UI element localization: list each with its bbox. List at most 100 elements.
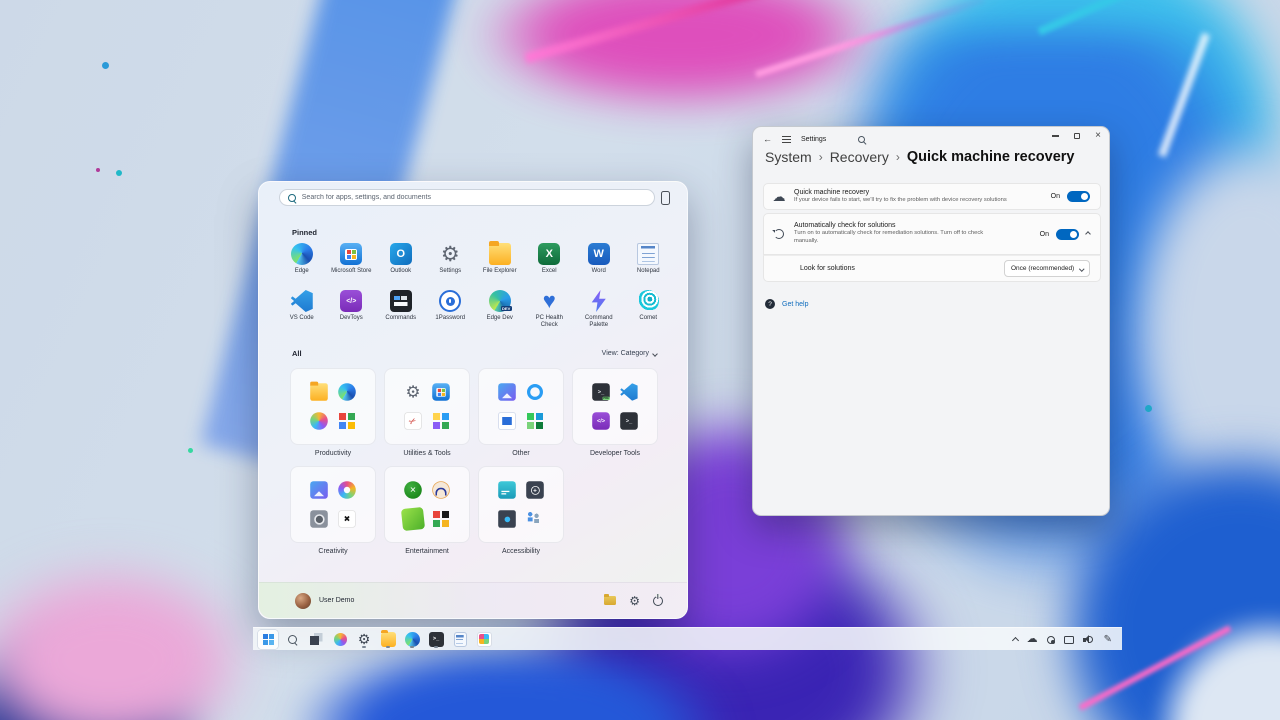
pinned-app-edge-dev[interactable]: Edge Dev [475,290,525,337]
taskbar-terminal-button[interactable] [426,630,446,649]
category-tile [572,368,658,445]
pinned-app-1password[interactable]: 1Password [426,290,476,337]
chevron-down-icon [652,351,658,357]
pinned-app-file-explorer[interactable]: File Explorer [475,243,525,290]
taskbar-notepad-button[interactable] [450,630,470,649]
settings-gear-icon [358,632,371,646]
task-view-button[interactable] [306,630,326,649]
menu-icon[interactable] [782,136,791,143]
wallpaper-shape [102,62,109,69]
edge-icon [405,632,420,647]
breadcrumb-recovery[interactable]: Recovery [830,149,889,165]
pinned-app-vscode[interactable]: VS Code [277,290,327,337]
category-label: Creativity [318,548,347,555]
edge-icon [338,383,356,401]
taskbar-search-button[interactable] [282,630,302,649]
category-entertainment[interactable]: Entertainment [384,466,470,555]
taskbar-file-explorer-button[interactable] [378,630,398,649]
category-productivity[interactable]: Productivity [290,368,376,457]
start-button[interactable] [258,630,278,649]
taskbar [253,627,1122,650]
start-menu-footer: User Demo [259,582,687,618]
pinned-app-comet[interactable]: Comet [624,290,674,337]
onedrive-icon[interactable] [1027,634,1038,645]
search-icon[interactable] [858,136,865,143]
settings-gear-icon [404,383,422,401]
devtoys-icon [340,290,362,312]
category-accessibility[interactable]: Accessibility [478,466,564,555]
microsoft-store-icon [432,383,450,401]
video-editor-icon [338,510,356,528]
vscode-icon [291,290,313,312]
get-help-link[interactable]: Get help [782,301,808,308]
hidden-icons-chevron[interactable] [1012,637,1019,644]
phone-link-icon[interactable] [661,191,670,205]
edge-icon [291,243,313,265]
vscode-icon [620,383,638,401]
category-utilities-tools[interactable]: Utilities & Tools [384,368,470,457]
help-icon: ? [765,299,775,309]
category-developer-tools[interactable]: Developer Tools [572,368,658,457]
user-avatar[interactable] [295,593,311,609]
accessibility-people-icon [526,510,544,528]
running-indicator [386,646,390,648]
pinned-app-commands[interactable]: Commands [376,290,426,337]
pinned-app-devtoys[interactable]: DevToys [327,290,377,337]
back-icon[interactable]: ← [763,134,772,144]
edge-dev-icon [489,290,511,312]
comet-icon [637,290,659,312]
power-icon[interactable] [653,596,663,606]
quick-machine-recovery-toggle[interactable] [1067,191,1090,202]
pinned-app-label: Comet [639,315,657,322]
settings-gear-icon[interactable] [629,595,640,607]
taskbar-photos-button[interactable] [474,630,494,649]
auto-check-solutions-toggle[interactable] [1056,229,1079,240]
category-tile [384,368,470,445]
pinned-app-label: PC Health Check [526,315,572,329]
pen-icon[interactable] [1104,635,1112,645]
pinned-app-command-palette[interactable]: Command Palette [574,290,624,337]
display-icon[interactable] [1064,636,1074,644]
pinned-app-edge[interactable]: Edge [277,243,327,290]
folders-icon[interactable] [604,596,616,605]
category-label: Accessibility [502,548,540,555]
card-subtitle: If your device fails to start, we'll try… [794,197,1044,205]
close-icon[interactable]: × [1095,131,1101,141]
taskbar-edge-button[interactable] [402,630,422,649]
view-category-selector[interactable]: View: Category [602,350,657,357]
pinned-app-word[interactable]: Word [574,243,624,290]
taskbar-settings-button[interactable] [354,630,374,649]
breadcrumb-system[interactable]: System [765,149,812,165]
category-other[interactable]: Other [478,368,564,457]
media-app-icon [401,507,425,531]
copilot-icon [334,633,347,646]
pinned-app-microsoft-store[interactable]: Microsoft Store [327,243,377,290]
pinned-app-notepad[interactable]: Notepad [624,243,674,290]
search-input[interactable] [302,194,646,201]
start-search-box[interactable] [279,189,655,206]
category-creativity[interactable]: Creativity [290,466,376,555]
taskbar-apps [258,630,494,649]
volume-icon[interactable] [1083,635,1095,645]
minimize-icon[interactable] [1052,135,1059,136]
pinned-app-outlook[interactable]: Outlook [376,243,426,290]
pinned-section-label: Pinned [292,228,317,237]
chevron-up-icon[interactable] [1085,231,1091,237]
pinned-app-excel[interactable]: Excel [525,243,575,290]
pinned-apps-grid: Edge Microsoft Store Outlook Settings Fi… [277,243,673,337]
microsoft-store-icon [340,243,362,265]
running-indicator [434,646,438,648]
pc-health-check-icon [538,290,560,312]
update-status-icon[interactable] [1047,636,1055,644]
maximize-icon[interactable] [1074,133,1080,139]
look-for-solutions-dropdown[interactable]: Once (recommended) [1004,260,1090,277]
pinned-app-label: DevToys [340,315,363,322]
start-menu: Pinned Edge Microsoft Store Outlook Sett… [258,181,688,619]
terminal-preview-icon [592,383,610,401]
devtoys-icon [592,412,610,430]
copilot-button[interactable] [330,630,350,649]
pinned-app-pc-health-check[interactable]: PC Health Check [525,290,575,337]
category-tile [290,466,376,543]
pinned-app-label: Commands [385,315,416,322]
pinned-app-settings[interactable]: Settings [426,243,476,290]
